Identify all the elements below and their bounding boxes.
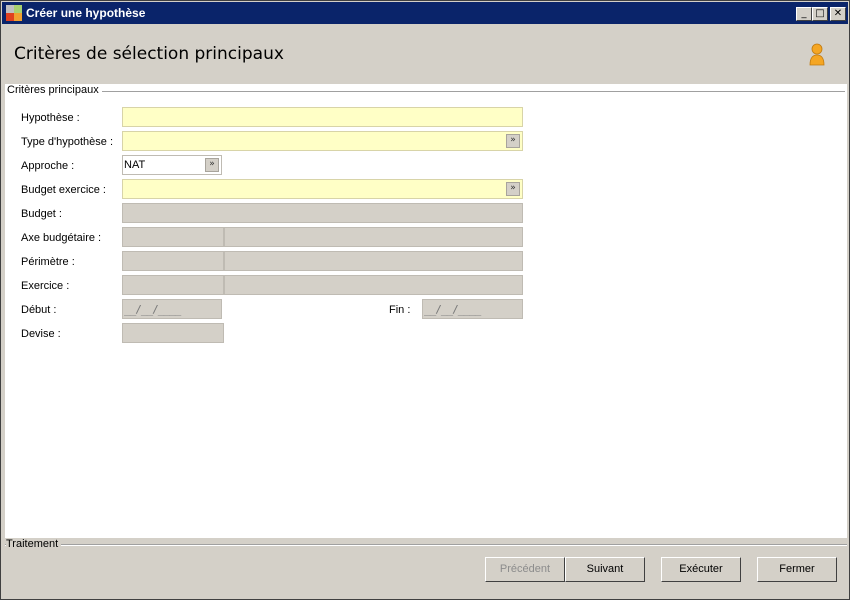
maximize-icon: □ (815, 8, 825, 19)
budget-exercise-label: Budget exercice : (21, 184, 106, 196)
hypothesis-type-select[interactable]: » (122, 131, 523, 151)
maximize-button[interactable]: □ (812, 7, 828, 21)
chevron-down-icon[interactable]: » (205, 158, 219, 172)
chevron-down-icon[interactable]: » (506, 134, 520, 148)
minimize-icon: _ (801, 8, 807, 19)
footer-divider (5, 544, 847, 546)
title-bar[interactable]: Créer une hypothèse _ □ ✕ (2, 2, 848, 24)
window-title: Créer une hypothèse (26, 6, 146, 20)
end-date-label: Fin : (389, 304, 411, 316)
start-date-mask: __/__/____ (124, 303, 181, 316)
budget-exercise-select[interactable]: » (122, 179, 523, 199)
group-label-main-criteria: Critères principaux (7, 84, 102, 96)
exercise-code-field (122, 275, 224, 295)
budget-axis-code-field (122, 227, 224, 247)
budget-field (122, 203, 523, 223)
exercise-label: Exercice : (21, 280, 70, 292)
previous-button[interactable]: Précédent (485, 557, 565, 582)
close-button[interactable]: ✕ (830, 7, 846, 21)
approach-value: NAT (124, 159, 146, 171)
end-date-input[interactable]: __/__/____ (422, 299, 523, 319)
start-date-input[interactable]: __/__/____ (122, 299, 222, 319)
exercise-desc-field (224, 275, 523, 295)
perimeter-desc-field (224, 251, 523, 271)
execute-button[interactable]: Exécuter (661, 557, 741, 582)
end-date-mask: __/__/____ (424, 303, 481, 316)
user-icon (809, 43, 825, 66)
approach-label: Approche : (21, 160, 75, 172)
budget-axis-label: Axe budgétaire : (21, 232, 102, 244)
approach-select[interactable]: NAT » (122, 155, 222, 175)
hypothesis-input[interactable] (122, 107, 523, 127)
budget-axis-desc-field (224, 227, 523, 247)
next-button[interactable]: Suivant (565, 557, 645, 582)
currency-label: Devise : (21, 328, 61, 340)
processing-panel: Traitement Précédent Suivant Exécuter Fe… (2, 538, 848, 599)
hypothesis-label: Hypothèse : (21, 112, 80, 124)
create-hypothesis-window: Créer une hypothèse _ □ ✕ Critères de sé… (0, 0, 850, 600)
close-dialog-button[interactable]: Fermer (757, 557, 837, 582)
close-icon: ✕ (833, 8, 843, 19)
group-label-processing: Traitement (6, 538, 62, 550)
currency-field (122, 323, 224, 343)
hypothesis-type-label: Type d'hypothèse : (21, 136, 113, 148)
budget-label: Budget : (21, 208, 62, 220)
group-divider (7, 91, 845, 93)
main-criteria-panel: Critères principaux Hypothèse : Type d'h… (5, 84, 847, 538)
perimeter-code-field (122, 251, 224, 271)
app-icon (6, 5, 22, 21)
chevron-down-icon[interactable]: » (506, 182, 520, 196)
page-header: Critères de sélection principaux (2, 24, 848, 84)
perimeter-label: Périmètre : (21, 256, 75, 268)
minimize-button[interactable]: _ (796, 7, 812, 21)
page-title: Critères de sélection principaux (14, 44, 284, 64)
start-date-label: Début : (21, 304, 57, 316)
